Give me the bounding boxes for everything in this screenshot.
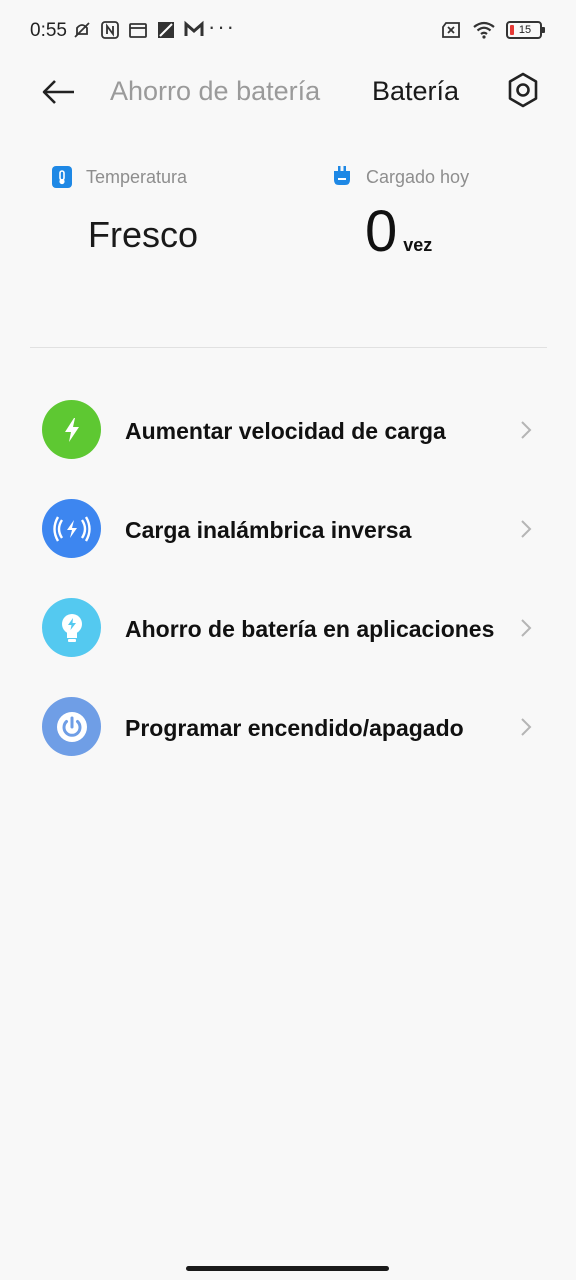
list-item-schedule-power[interactable]: Programar encendido/apagado [0,679,576,778]
list-item-app-battery-saver[interactable]: Ahorro de batería en aplicaciones [0,580,576,679]
more-notifications-icon: ··· [208,14,236,39]
chevron-right-icon [521,520,532,538]
temperature-stat: Temperatura [52,166,187,188]
no-sim-icon [442,22,460,38]
charged-today-label: Cargado hoy [366,166,470,187]
back-button[interactable] [38,72,80,112]
wireless-charge-icon [42,499,101,558]
list-item-label: Programar encendido/apagado [125,715,464,741]
lightbulb-icon [42,598,101,657]
list-item-label: Aumentar velocidad de carga [125,418,446,444]
calendar-icon [129,23,147,38]
temperature-value: Fresco [88,214,199,255]
settings-button[interactable] [504,70,542,110]
nfc-icon [101,21,119,39]
maps-icon [158,22,174,38]
system-icons: 15 [440,20,545,40]
list-item-label: Ahorro de batería en aplicaciones [125,616,495,642]
battery-level: 15 [518,24,532,36]
charged-today-unit: vez [403,235,433,255]
temperature-label: Temperatura [86,166,188,187]
notification-icons [72,20,204,40]
chevron-right-icon [521,718,532,736]
wifi-icon [473,21,495,39]
list-item-label: Carga inalámbrica inversa [125,517,412,543]
chevron-right-icon [521,421,532,439]
header: Ahorro de batería Batería [0,62,576,122]
tab-battery-saver[interactable]: Ahorro de batería [110,76,320,107]
status-time: 0:55 [30,20,67,41]
thermometer-icon [52,166,72,188]
gmail-icon [184,20,204,36]
power-icon [42,697,101,756]
mute-icon [74,22,90,38]
status-bar: 0:55 ··· 15 [0,0,576,62]
plug-icon [334,166,350,185]
feature-list: Aumentar velocidad de carga Carga inalám… [0,382,576,778]
list-item-charge-speed[interactable]: Aumentar velocidad de carga [0,382,576,481]
charged-today-value: 0 [365,199,398,264]
tab-battery[interactable]: Batería [372,76,459,107]
charged-today-stat: Cargado hoy [332,166,469,188]
charged-today-value-row: 0 vez [365,200,432,264]
divider [30,347,547,348]
home-indicator[interactable] [186,1266,389,1271]
battery-icon: 15 [506,21,545,39]
lightning-icon [42,400,101,459]
list-item-reverse-wireless[interactable]: Carga inalámbrica inversa [0,481,576,580]
chevron-right-icon [521,619,532,637]
